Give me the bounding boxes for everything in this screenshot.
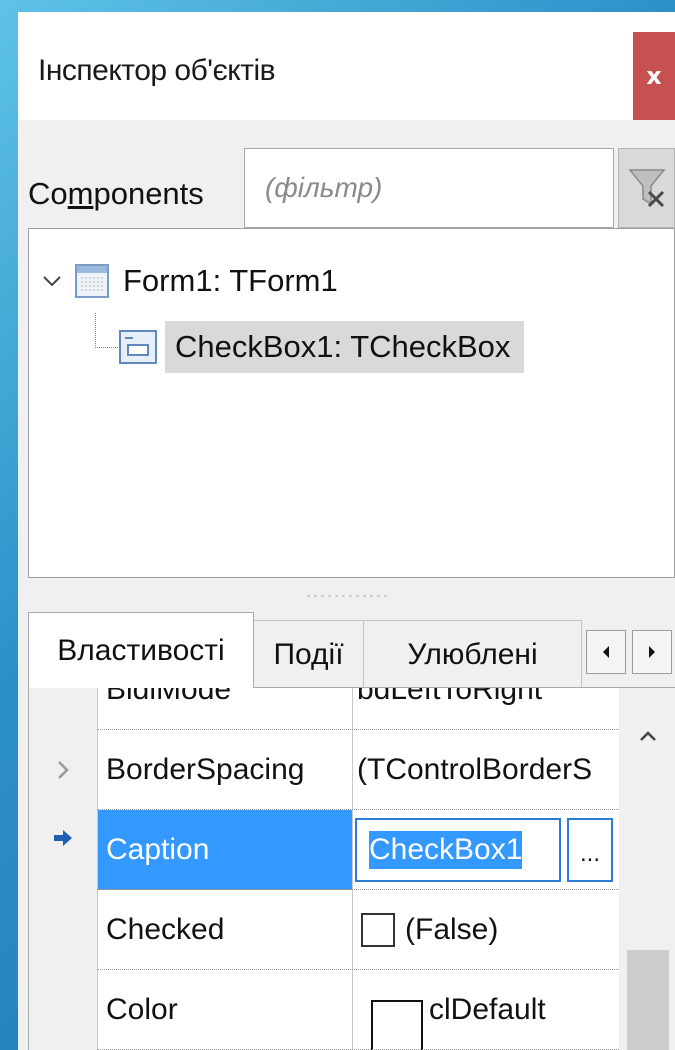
property-row-borderspacing[interactable]: BorderSpacing (TControlBorderS xyxy=(29,730,619,810)
tab-events[interactable]: Події xyxy=(254,620,364,688)
property-value[interactable]: (TControlBorderS xyxy=(353,730,619,810)
chevron-right-icon xyxy=(58,761,69,779)
checked-value-text: (False) xyxy=(405,913,499,946)
expand-toggle[interactable] xyxy=(29,730,97,810)
property-row-caption[interactable]: Caption CheckBox1 ... xyxy=(29,810,619,890)
grip-icon xyxy=(304,594,389,598)
chevron-down-icon[interactable] xyxy=(37,266,67,296)
filter-funnel-icon xyxy=(627,169,666,208)
current-row-arrow-icon xyxy=(54,830,72,846)
tree-item-label: Form1: TForm1 xyxy=(123,263,338,298)
tab-scroll-right-button[interactable] xyxy=(632,630,672,674)
property-name[interactable]: BorderSpacing xyxy=(97,730,353,810)
title-bar[interactable]: Інспектор об'єктів x xyxy=(18,12,675,120)
components-filter-row: Components xyxy=(18,130,675,234)
caption-value-input[interactable]: CheckBox1 xyxy=(355,818,561,882)
components-label: Components xyxy=(28,176,204,211)
row-gutter xyxy=(29,970,97,1050)
scroll-up-button[interactable] xyxy=(619,716,675,756)
checkbox-component-icon xyxy=(119,330,157,364)
splitter-handle[interactable] xyxy=(18,578,675,614)
tab-properties[interactable]: Властивості xyxy=(28,612,254,688)
caption-value-text: CheckBox1 xyxy=(369,831,523,869)
property-name[interactable]: Caption xyxy=(97,810,353,890)
property-name[interactable]: Checked xyxy=(97,890,353,970)
triangle-left-icon xyxy=(603,646,609,658)
tree-connector-line xyxy=(95,313,118,348)
property-name[interactable]: Color xyxy=(97,970,353,1050)
row-gutter xyxy=(29,890,97,970)
object-inspector-window: Інспектор об'єктів x Components Form1: T… xyxy=(18,12,675,1050)
row-gutter xyxy=(29,688,97,730)
property-row-color[interactable]: Color clDefault xyxy=(29,970,619,1050)
property-row-checked[interactable]: Checked (False) xyxy=(29,890,619,970)
color-value-text: clDefault xyxy=(429,993,546,1026)
property-grid[interactable]: BidiMode bdLeftToRight BorderSpacing (TC… xyxy=(28,687,675,1050)
checked-checkbox[interactable] xyxy=(361,913,395,947)
property-value[interactable]: bdLeftToRight xyxy=(353,688,619,730)
close-button[interactable]: x xyxy=(633,32,675,120)
property-value[interactable]: (False) xyxy=(353,890,619,970)
color-swatch xyxy=(371,1000,423,1050)
vertical-scrollbar[interactable] xyxy=(619,688,675,1050)
property-row-bidimode[interactable]: BidiMode bdLeftToRight xyxy=(29,688,619,730)
property-name[interactable]: BidiMode xyxy=(97,688,353,730)
filter-button[interactable] xyxy=(618,148,675,228)
scrollbar-thumb[interactable] xyxy=(627,950,669,1050)
triangle-right-icon xyxy=(649,646,655,658)
component-tree[interactable]: Form1: TForm1 CheckBox1: TCheckBox xyxy=(28,228,675,578)
tree-item-label-selected: CheckBox1: TCheckBox xyxy=(165,321,525,373)
property-value[interactable]: clDefault xyxy=(353,970,619,1050)
property-editor-ellipsis-button[interactable]: ... xyxy=(567,818,613,882)
chevron-up-icon xyxy=(639,731,656,741)
inspector-tabs: Властивості Події Улюблені xyxy=(18,612,675,688)
window-title: Інспектор об'єктів xyxy=(38,54,276,87)
close-icon: x xyxy=(646,62,662,90)
form-icon xyxy=(75,264,109,298)
tree-item-form1[interactable]: Form1: TForm1 xyxy=(37,251,338,311)
tab-favorites[interactable]: Улюблені xyxy=(364,620,582,688)
components-filter-input[interactable] xyxy=(244,148,614,228)
tree-item-checkbox1[interactable]: CheckBox1: TCheckBox xyxy=(119,317,525,377)
row-gutter xyxy=(29,810,97,890)
tab-scroll-left-button[interactable] xyxy=(586,630,626,674)
property-value-editor: CheckBox1 ... xyxy=(353,810,619,890)
